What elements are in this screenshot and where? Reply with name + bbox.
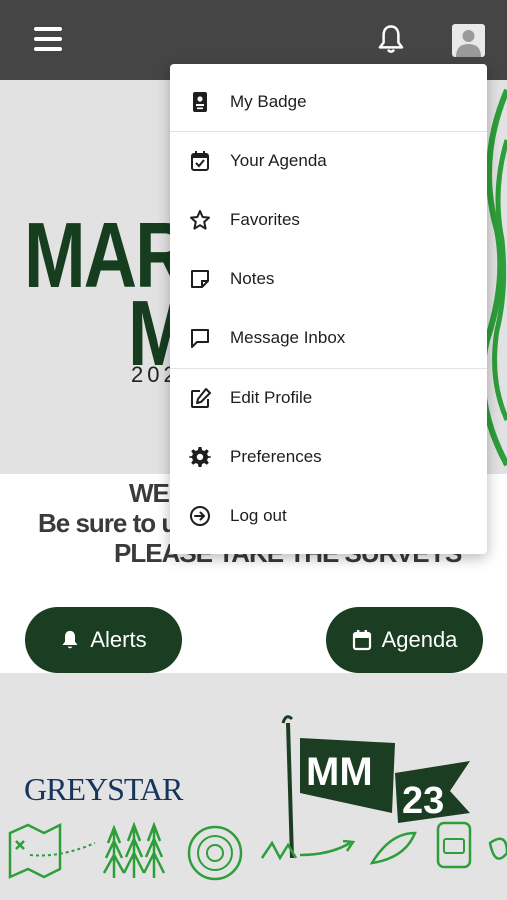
calendar-icon bbox=[352, 630, 371, 651]
menu-item-your-agenda[interactable]: Your Agenda bbox=[170, 132, 487, 190]
calendar-check-icon bbox=[191, 151, 209, 171]
menu-item-label: Message Inbox bbox=[230, 328, 346, 347]
alerts-button[interactable]: Alerts bbox=[25, 607, 182, 673]
menu-item-preferences[interactable]: Preferences bbox=[170, 428, 487, 486]
footer-illustration: MM 23 bbox=[8, 715, 507, 881]
user-icon bbox=[456, 30, 481, 57]
footer-banner: GREYSTAR MM 23 bbox=[0, 673, 507, 900]
hamburger-menu-icon[interactable] bbox=[34, 27, 62, 53]
badge-icon bbox=[193, 92, 207, 112]
logout-icon bbox=[190, 506, 210, 526]
menu-item-label: My Badge bbox=[230, 92, 307, 111]
menu-item-notes[interactable]: Notes bbox=[170, 250, 487, 308]
star-icon bbox=[190, 210, 210, 230]
welcome-line2: Be sure to us bbox=[38, 508, 191, 538]
profile-avatar-button[interactable] bbox=[452, 24, 485, 57]
notifications-bell-icon[interactable] bbox=[376, 24, 406, 56]
menu-item-message-inbox[interactable]: Message Inbox bbox=[170, 309, 487, 367]
alerts-label: Alerts bbox=[90, 627, 147, 652]
flag-number: 23 bbox=[402, 780, 444, 822]
menu-item-label: Notes bbox=[230, 269, 275, 288]
flag-text: MM bbox=[306, 750, 373, 794]
message-icon bbox=[191, 329, 209, 348]
profile-dropdown-menu: My Badge Your Agenda Favorites Notes Mes… bbox=[170, 64, 487, 554]
menu-item-label: Log out bbox=[230, 506, 287, 525]
bell-icon bbox=[62, 630, 78, 649]
menu-item-label: Favorites bbox=[230, 210, 300, 229]
menu-item-favorites[interactable]: Favorites bbox=[170, 191, 487, 249]
menu-item-label: Preferences bbox=[230, 447, 322, 466]
menu-item-edit-profile[interactable]: Edit Profile bbox=[170, 369, 487, 427]
menu-item-label: Your Agenda bbox=[230, 151, 327, 170]
gear-icon bbox=[189, 447, 211, 467]
edit-icon bbox=[191, 388, 211, 408]
agenda-button[interactable]: Agenda bbox=[326, 607, 483, 673]
menu-item-log-out[interactable]: Log out bbox=[170, 487, 487, 545]
agenda-label: Agenda bbox=[381, 627, 458, 652]
menu-item-my-badge[interactable]: My Badge bbox=[170, 73, 487, 131]
menu-item-label: Edit Profile bbox=[230, 388, 313, 407]
note-icon bbox=[191, 270, 209, 288]
